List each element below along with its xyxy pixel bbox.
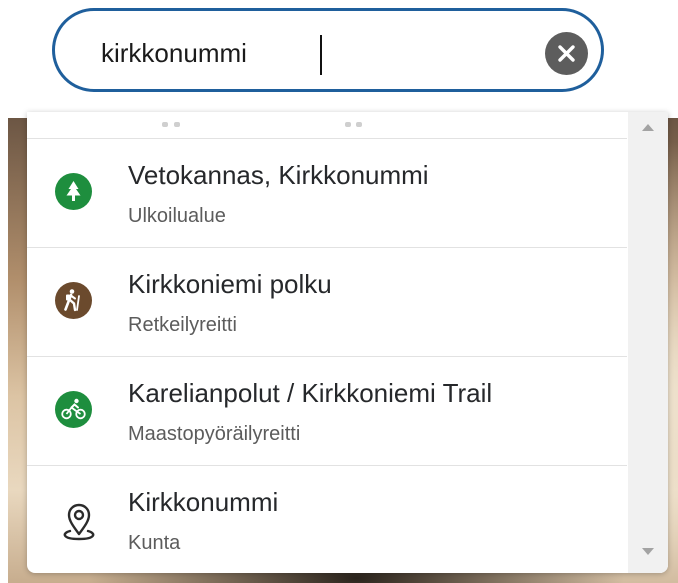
result-subtitle: Retkeilyreitti xyxy=(128,314,237,336)
result-title: Vetokannas, Kirkkonummi xyxy=(128,160,429,190)
result-title: Kirkkonummi xyxy=(128,487,279,517)
result-subtitle: Ulkoilualue xyxy=(128,205,226,227)
scrollbar[interactable] xyxy=(628,112,668,573)
result-title: Karelianpolut / Kirkkoniemi Trail xyxy=(128,378,493,408)
partially-hidden-result[interactable] xyxy=(27,112,627,139)
text-caret xyxy=(320,35,322,75)
search-results-dropdown: Vetokannas, Kirkkonummi Ulkoilualue Kirk… xyxy=(27,112,668,573)
result-subtitle: Maastopyöräilyreitti xyxy=(128,423,301,445)
tree-icon xyxy=(55,173,92,210)
bicycle-icon xyxy=(55,391,92,428)
result-item-kirkkoniemi-polku[interactable]: Kirkkoniemi polku Retkeilyreitti xyxy=(27,248,627,357)
result-item-vetokannas[interactable]: Vetokannas, Kirkkonummi Ulkoilualue xyxy=(27,139,627,248)
close-icon xyxy=(558,45,575,62)
map-pin-icon xyxy=(54,498,104,548)
hiker-icon xyxy=(55,282,92,319)
scroll-down-arrow-icon[interactable] xyxy=(642,548,654,555)
clear-search-button[interactable] xyxy=(545,32,588,75)
search-input[interactable] xyxy=(101,36,521,70)
search-box[interactable] xyxy=(52,8,604,92)
scroll-up-arrow-icon[interactable] xyxy=(642,124,654,131)
result-item-kirkkonummi[interactable]: Kirkkonummi Kunta xyxy=(27,466,627,573)
result-title: Kirkkoniemi polku xyxy=(128,269,332,299)
results-list: Vetokannas, Kirkkonummi Ulkoilualue Kirk… xyxy=(27,139,627,573)
result-item-karelianpolut[interactable]: Karelianpolut / Kirkkoniemi Trail Maasto… xyxy=(27,357,627,466)
result-subtitle: Kunta xyxy=(128,532,181,554)
